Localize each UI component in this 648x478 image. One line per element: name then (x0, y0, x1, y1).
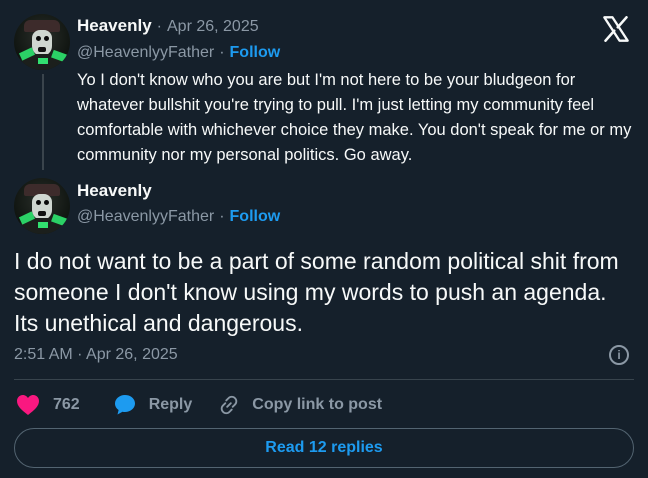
author-handle[interactable]: @HeavenlyyFather (77, 44, 214, 62)
x-logo-icon[interactable] (602, 16, 630, 42)
post-date[interactable]: Apr 26, 2025 (167, 18, 259, 36)
thread-line (42, 74, 44, 170)
main-handle-row: @HeavenlyyFather · Follow (77, 208, 280, 226)
heart-icon (17, 395, 39, 415)
author-handle[interactable]: @HeavenlyyFather (77, 208, 214, 226)
follow-button[interactable]: Follow (230, 44, 281, 62)
author-name[interactable]: Heavenly (77, 16, 152, 36)
like-count: 762 (53, 396, 80, 413)
avatar[interactable] (14, 178, 70, 234)
main-header: Heavenly (77, 181, 152, 201)
reply-post-text: Yo I don't know who you are but I'm not … (77, 71, 632, 164)
reply-header: Heavenly · Apr 26, 2025 (77, 16, 259, 36)
info-icon[interactable]: i (609, 345, 629, 365)
reply-handle-row: @HeavenlyyFather · Follow (77, 44, 280, 62)
action-bar: 762 Reply Copy link to post (16, 393, 382, 417)
speech-bubble-icon (114, 395, 135, 415)
post-timestamp[interactable]: 2:51 AM · Apr 26, 2025 (14, 346, 178, 364)
avatar[interactable] (14, 14, 70, 70)
link-icon (221, 395, 238, 415)
separator-dot: · (219, 208, 225, 225)
like-button[interactable]: 762 (16, 394, 80, 416)
follow-button[interactable]: Follow (230, 208, 281, 226)
reply-label: Reply (148, 396, 193, 413)
separator-dot: · (219, 44, 225, 61)
read-replies-button[interactable]: Read 12 replies (14, 428, 634, 468)
separator-dot: · (156, 18, 162, 35)
copy-link-label: Copy link to post (252, 396, 383, 413)
main-post-text: I do not want to be a part of some rando… (14, 248, 619, 336)
copy-link-button[interactable]: Copy link to post (218, 394, 382, 416)
divider (14, 379, 634, 380)
embedded-post-card: Heavenly · Apr 26, 2025 @HeavenlyyFather… (0, 0, 648, 478)
reply-button[interactable]: Reply (113, 393, 193, 417)
author-name[interactable]: Heavenly (77, 181, 152, 200)
